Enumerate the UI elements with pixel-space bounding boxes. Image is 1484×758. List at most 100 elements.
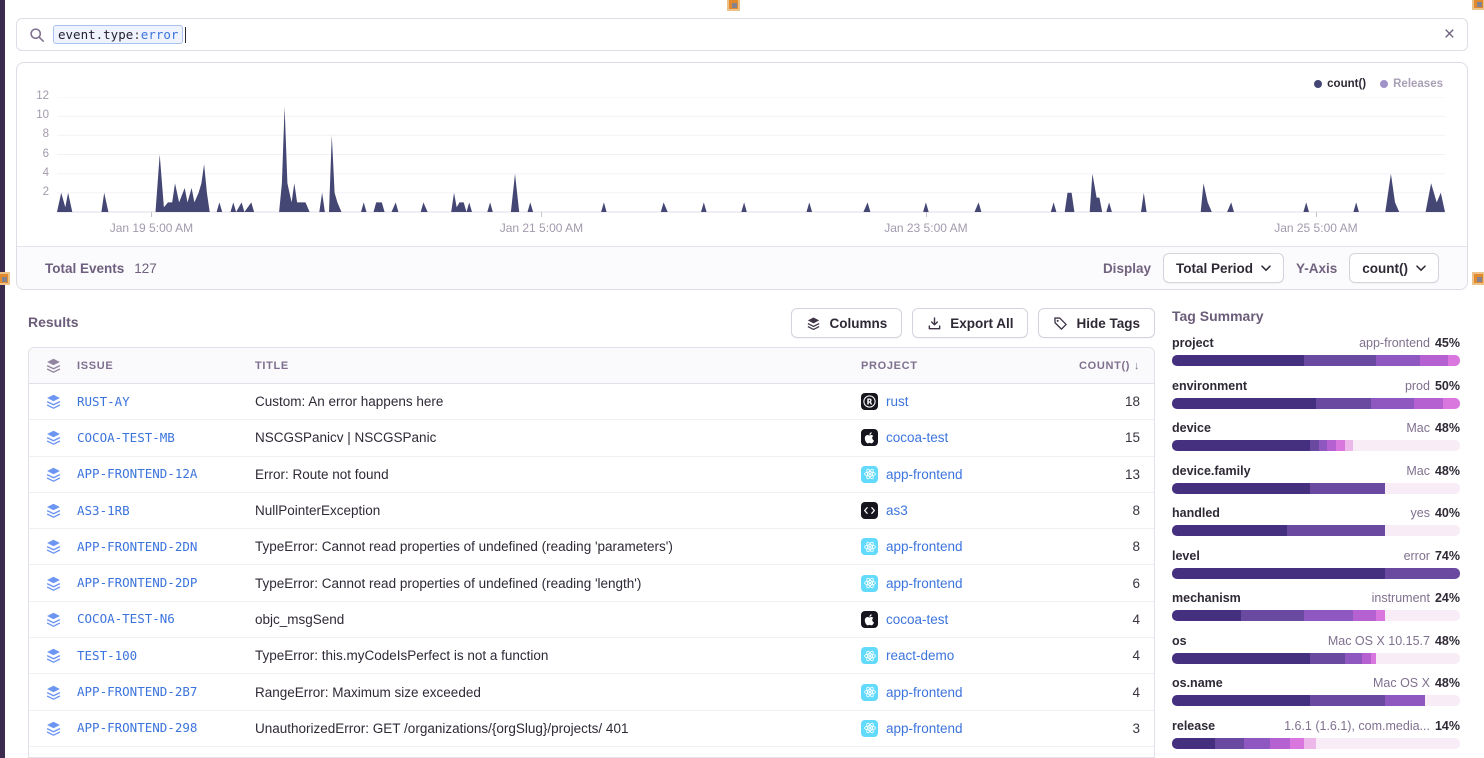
project-link[interactable]: react-demo	[886, 648, 954, 663]
tag-distribution-bar[interactable]	[1172, 610, 1460, 621]
tag-bar-segment[interactable]	[1376, 355, 1419, 366]
tag-bar-segment[interactable]	[1172, 738, 1215, 749]
tag-bar-segment[interactable]	[1376, 653, 1460, 664]
issue-link[interactable]: TEST-100	[77, 648, 137, 663]
tag-bar-segment[interactable]	[1244, 738, 1270, 749]
tag-bar-segment[interactable]	[1316, 738, 1460, 749]
tag-bar-segment[interactable]	[1172, 653, 1310, 664]
tag-distribution-bar[interactable]	[1172, 653, 1460, 664]
issue-stack-icon	[29, 720, 77, 737]
tag-distribution-bar[interactable]	[1172, 483, 1460, 494]
issue-link[interactable]: APP-FRONTEND-298	[77, 720, 197, 735]
hide-tags-button-label: Hide Tags	[1076, 316, 1140, 331]
columns-button[interactable]: Columns	[791, 308, 902, 338]
tag-bar-segment[interactable]	[1385, 695, 1425, 706]
issue-link[interactable]: APP-FRONTEND-2DP	[77, 575, 197, 590]
tag-bar-segment[interactable]	[1425, 695, 1460, 706]
tag-facet: levelerror74%	[1172, 549, 1460, 579]
tag-bar-segment[interactable]	[1215, 738, 1244, 749]
tag-bar-segment[interactable]	[1385, 610, 1460, 621]
tag-bar-segment[interactable]	[1304, 355, 1376, 366]
tag-bar-segment[interactable]	[1385, 525, 1460, 536]
tag-bar-segment[interactable]	[1304, 610, 1353, 621]
tag-bar-segment[interactable]	[1448, 355, 1460, 366]
project-link[interactable]: as3	[886, 503, 908, 518]
tag-bar-segment[interactable]	[1385, 568, 1460, 579]
tag-bar-segment[interactable]	[1345, 440, 1354, 451]
table-row	[29, 747, 1154, 758]
tag-bar-segment[interactable]	[1385, 483, 1460, 494]
project-link[interactable]: app-frontend	[886, 721, 963, 736]
tag-bar-segment[interactable]	[1172, 610, 1241, 621]
project-link[interactable]: rust	[886, 394, 909, 409]
legend-item-releases[interactable]: Releases	[1380, 78, 1443, 90]
tag-bar-segment[interactable]	[1319, 440, 1328, 451]
tag-bar-segment[interactable]	[1304, 738, 1316, 749]
project-link[interactable]: cocoa-test	[886, 612, 948, 627]
tag-bar-segment[interactable]	[1172, 440, 1310, 451]
tag-facet: device.familyMac48%	[1172, 464, 1460, 494]
tag-bar-segment[interactable]	[1172, 355, 1304, 366]
selection-handle-top-right[interactable]	[1472, 0, 1484, 10]
selection-handle-left[interactable]	[0, 272, 10, 285]
search-token-colon: :	[133, 27, 141, 42]
tag-distribution-bar[interactable]	[1172, 355, 1460, 366]
tag-distribution-bar[interactable]	[1172, 440, 1460, 451]
project-link[interactable]: app-frontend	[886, 576, 963, 591]
export-all-button[interactable]: Export All	[912, 308, 1028, 338]
tag-bar-segment[interactable]	[1287, 525, 1385, 536]
tag-bar-segment[interactable]	[1172, 483, 1310, 494]
tag-bar-segment[interactable]	[1362, 653, 1371, 664]
tag-bar-segment[interactable]	[1241, 610, 1304, 621]
project-link[interactable]: cocoa-test	[886, 430, 948, 445]
search-query-token[interactable]: event.type:error	[53, 25, 183, 44]
tag-bar-segment[interactable]	[1172, 525, 1287, 536]
tag-distribution-bar[interactable]	[1172, 398, 1460, 409]
tag-bar-segment[interactable]	[1353, 440, 1460, 451]
tag-bar-segment[interactable]	[1327, 440, 1336, 451]
tag-distribution-bar[interactable]	[1172, 525, 1460, 536]
tag-distribution-bar[interactable]	[1172, 568, 1460, 579]
issue-link[interactable]: RUST-AY	[77, 394, 130, 409]
legend-item-count[interactable]: count()	[1314, 78, 1366, 90]
tag-bar-segment[interactable]	[1376, 610, 1385, 621]
hide-tags-button[interactable]: Hide Tags	[1038, 308, 1155, 338]
issue-link[interactable]: COCOA-TEST-N6	[77, 611, 175, 626]
search-bar[interactable]: event.type:error ×	[16, 18, 1468, 51]
tag-bar-segment[interactable]	[1172, 398, 1316, 409]
column-header-count[interactable]: COUNT() ↓	[1066, 360, 1154, 372]
tag-bar-segment[interactable]	[1310, 440, 1319, 451]
issue-link[interactable]: COCOA-TEST-MB	[77, 430, 175, 445]
issue-link[interactable]: APP-FRONTEND-2B7	[77, 684, 197, 699]
tag-bar-segment[interactable]	[1310, 695, 1385, 706]
clear-search-icon[interactable]: ×	[1444, 25, 1455, 44]
y-axis-label: Y-Axis	[1296, 261, 1337, 276]
tag-bar-segment[interactable]	[1172, 568, 1385, 579]
project-link[interactable]: app-frontend	[886, 539, 963, 554]
issue-link[interactable]: APP-FRONTEND-2DN	[77, 539, 197, 554]
tag-bar-segment[interactable]	[1270, 738, 1290, 749]
tag-bar-segment[interactable]	[1310, 483, 1385, 494]
tag-bar-segment[interactable]	[1290, 738, 1304, 749]
selection-handle-top[interactable]	[727, 0, 740, 11]
tag-bar-segment[interactable]	[1443, 398, 1460, 409]
issue-link[interactable]: AS3-1RB	[77, 503, 130, 518]
y-axis-dropdown[interactable]: count()	[1349, 253, 1439, 283]
tag-bar-segment[interactable]	[1414, 398, 1443, 409]
display-dropdown[interactable]: Total Period	[1163, 253, 1284, 283]
tag-distribution-bar[interactable]	[1172, 738, 1460, 749]
tag-bar-segment[interactable]	[1336, 440, 1345, 451]
project-link[interactable]: app-frontend	[886, 467, 963, 482]
tag-distribution-bar[interactable]	[1172, 695, 1460, 706]
table-row: APP-FRONTEND-2B7RangeError: Maximum size…	[29, 674, 1154, 710]
tag-bar-segment[interactable]	[1420, 355, 1449, 366]
tag-bar-segment[interactable]	[1172, 695, 1310, 706]
tag-bar-segment[interactable]	[1345, 653, 1362, 664]
project-link[interactable]: app-frontend	[886, 685, 963, 700]
tag-bar-segment[interactable]	[1371, 398, 1414, 409]
tag-bar-segment[interactable]	[1353, 610, 1376, 621]
issue-link[interactable]: APP-FRONTEND-12A	[77, 466, 197, 481]
tag-bar-segment[interactable]	[1310, 653, 1345, 664]
tag-bar-segment[interactable]	[1316, 398, 1371, 409]
selection-handle-right[interactable]	[1472, 272, 1484, 285]
